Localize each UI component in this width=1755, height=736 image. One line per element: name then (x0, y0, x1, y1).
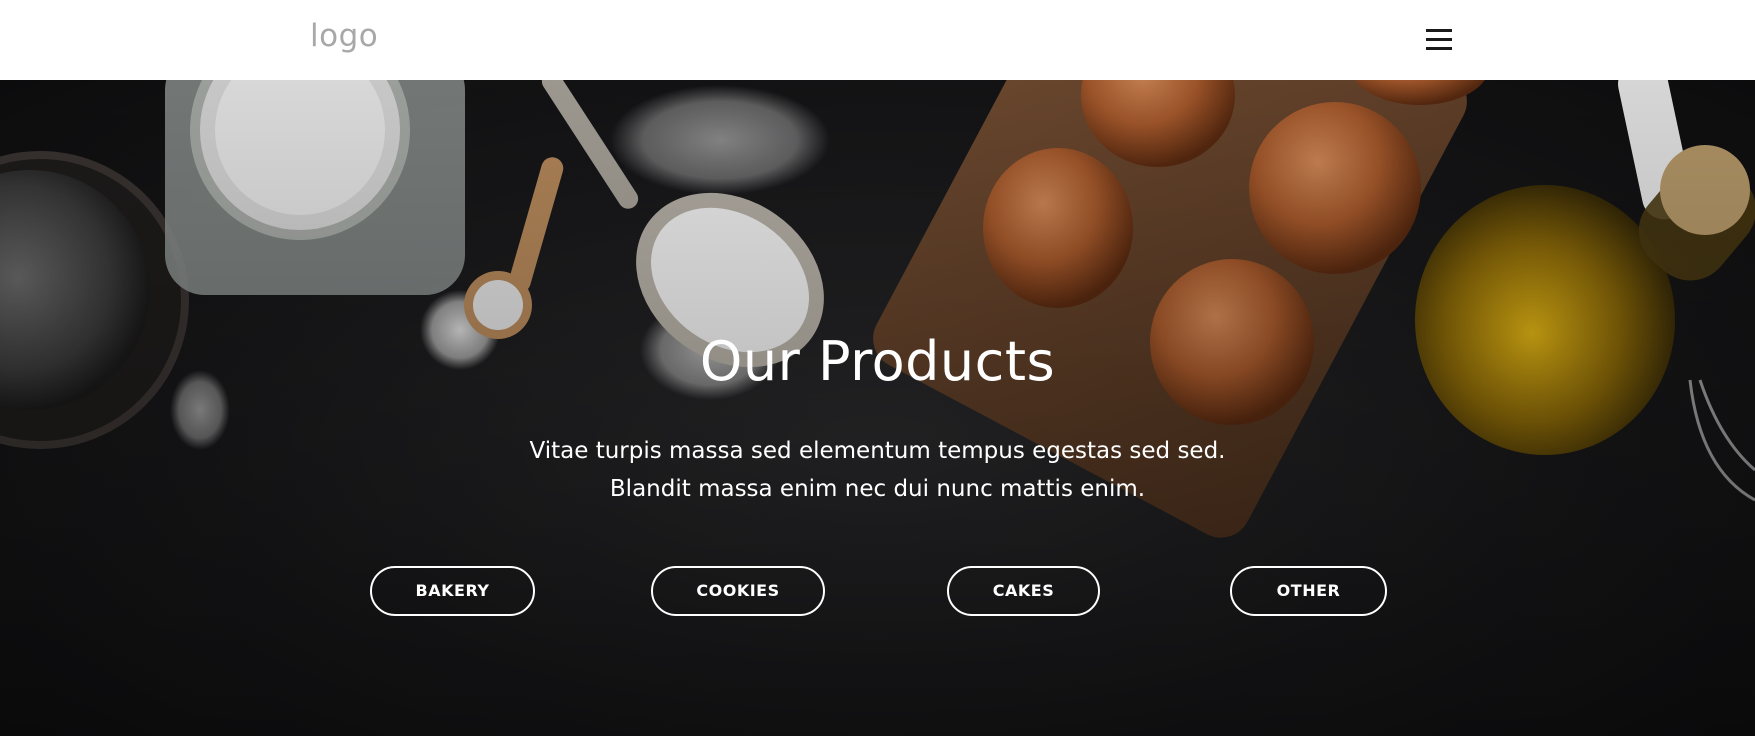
site-header: logo (0, 0, 1755, 80)
logo[interactable]: logo (310, 18, 378, 54)
other-button[interactable]: OTHER (1230, 566, 1387, 616)
hero-section (0, 80, 1755, 736)
bakery-button[interactable]: BAKERY (370, 566, 535, 616)
page-title: Our Products (699, 330, 1056, 393)
cakes-button[interactable]: CAKES (947, 566, 1100, 616)
cookies-button[interactable]: COOKIES (651, 566, 825, 616)
hero-description-line-1: Vitae turpis massa sed elementum tempus … (529, 438, 1226, 464)
hero-description: Vitae turpis massa sed elementum tempus … (0, 432, 1755, 508)
hero-overlay (0, 80, 1755, 736)
hero-description-line-2: Blandit massa enim nec dui nunc mattis e… (609, 476, 1146, 502)
hamburger-menu-icon[interactable] (1424, 27, 1454, 53)
